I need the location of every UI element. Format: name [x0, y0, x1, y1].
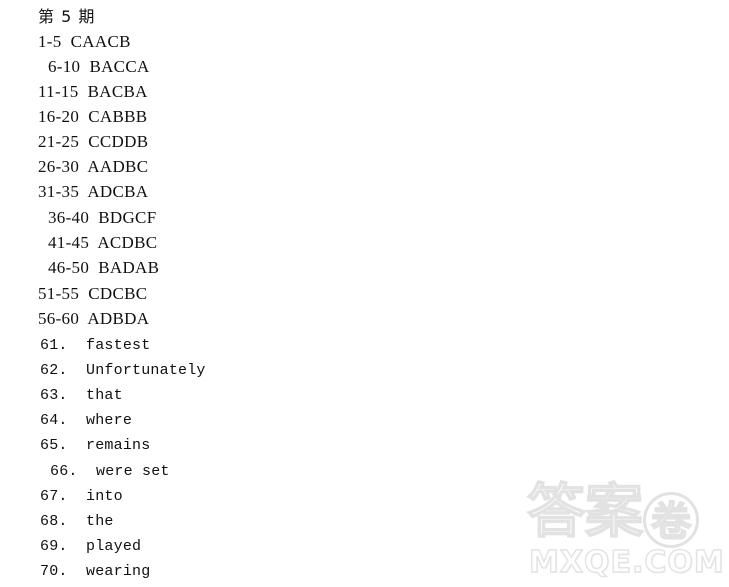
answer-range-line: 41-45 ACDBC	[48, 233, 158, 252]
answer-word-line: 69. played	[40, 538, 142, 555]
answer-word-line: 67. into	[40, 488, 123, 505]
answer-range-line: 1-5 CAACB	[38, 32, 131, 51]
answer-word-line: 62. Unfortunately	[40, 362, 206, 379]
answer-word-line: 66. were set	[50, 463, 170, 480]
answer-word-line: 64. where	[40, 412, 133, 429]
answer-sheet-page: 第 5 期 1-5 CAACB 6-10 BACCA 11-15 BACBA 16-20…	[0, 0, 729, 587]
answer-range-line: 51-55 CDCBC	[38, 284, 148, 303]
answer-range-line: 11-15 BACBA	[38, 82, 148, 101]
document-title-line: 第 5 期	[38, 7, 96, 26]
answer-range-line: 6-10 BACCA	[48, 57, 150, 76]
answer-range-line: 31-35 ADCBA	[38, 182, 149, 201]
answer-range-line: 56-60 ADBDA	[38, 309, 150, 328]
answer-range-line: 21-25 CCDDB	[38, 132, 149, 151]
watermark-circled-character: 卷	[643, 492, 700, 548]
answer-range-line: 36-40 BDGCF	[48, 208, 157, 227]
watermark-domain-text: MXQE.COM	[528, 545, 725, 581]
answer-range-line: 16-20 CABBB	[38, 107, 148, 126]
answer-range-line: 26-30 AADBC	[38, 157, 149, 176]
answer-word-line: 61. fastest	[40, 337, 151, 354]
answer-word-line: 68. the	[40, 513, 114, 530]
answer-range-line: 46-50 BADAB	[48, 258, 160, 277]
watermark-chinese-prefix: 答案	[526, 477, 644, 545]
answer-word-line: 65. remains	[40, 437, 151, 454]
answer-word-line: 63. that	[40, 387, 123, 404]
answer-word-line: 70. wearing	[40, 563, 151, 580]
site-watermark: 答案卷 MXQE.COM	[523, 477, 725, 585]
watermark-chinese-logo: 答案卷	[526, 477, 700, 548]
